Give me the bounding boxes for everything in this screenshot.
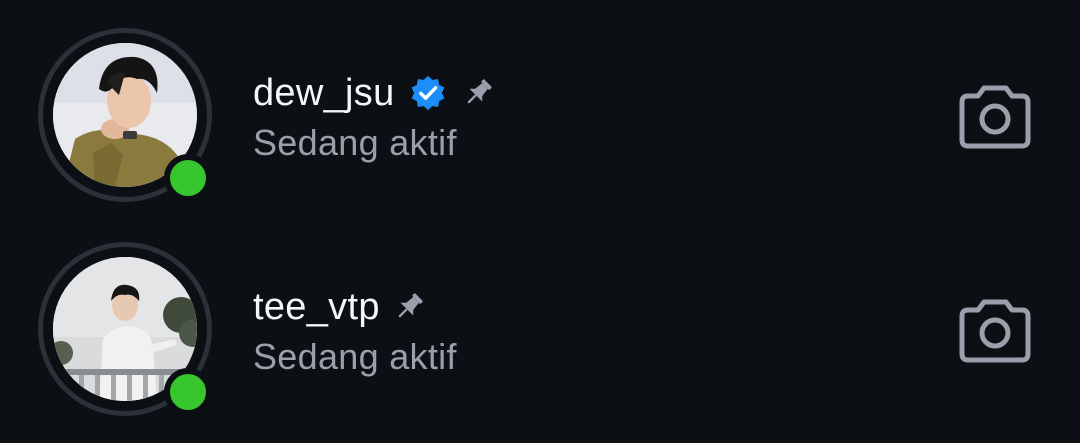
name-line: dew_jsu bbox=[253, 68, 495, 118]
avatar-container[interactable] bbox=[38, 28, 212, 202]
name-line: tee_vtp bbox=[253, 282, 426, 332]
camera-button[interactable] bbox=[956, 82, 1034, 152]
username[interactable]: tee_vtp bbox=[253, 282, 380, 332]
activity-status: Sedang aktif bbox=[253, 122, 457, 163]
camera-button[interactable] bbox=[956, 296, 1034, 366]
activity-status: Sedang aktif bbox=[253, 336, 457, 377]
verified-badge-icon bbox=[409, 74, 447, 112]
online-status-dot bbox=[164, 154, 212, 202]
pin-icon bbox=[392, 290, 426, 324]
avatar-container[interactable] bbox=[38, 242, 212, 416]
camera-icon bbox=[959, 85, 1031, 149]
username[interactable]: dew_jsu bbox=[253, 68, 395, 118]
pin-icon bbox=[461, 76, 495, 110]
chat-row-tee-vtp[interactable]: tee_vtp Sedang aktif bbox=[0, 230, 1080, 430]
chat-row-dew-jsu[interactable]: dew_jsu Sedang aktif bbox=[0, 16, 1080, 216]
online-status-dot bbox=[164, 368, 212, 416]
camera-icon bbox=[959, 299, 1031, 363]
